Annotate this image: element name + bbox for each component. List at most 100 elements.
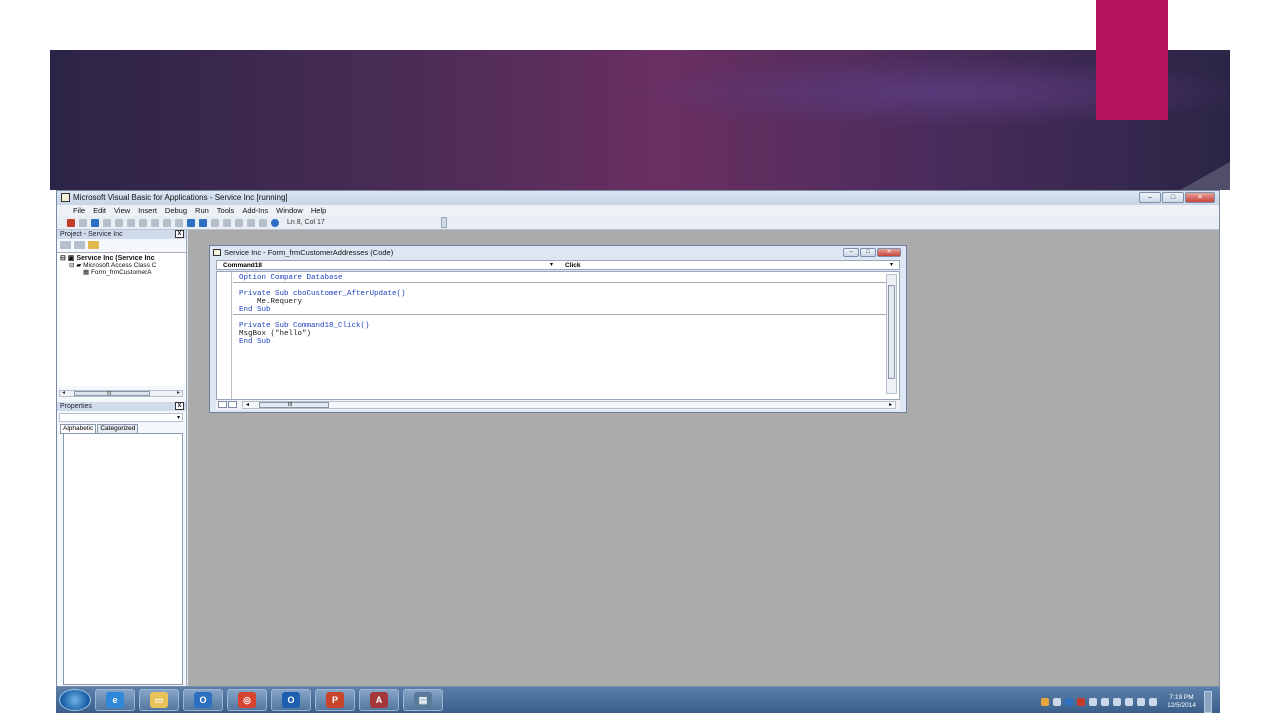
taskbar-outlook-calendar[interactable]: O <box>183 689 223 711</box>
save-icon[interactable] <box>91 218 99 227</box>
chrome-icon: ◎ <box>238 692 256 708</box>
taskbar-outlook[interactable]: O <box>271 689 311 711</box>
reset-icon[interactable] <box>199 218 207 227</box>
tray-pdf-icon[interactable] <box>1077 698 1086 706</box>
procedure-combo[interactable]: Click <box>565 261 581 270</box>
properties-object-select[interactable]: ▾ <box>59 413 183 422</box>
view-code-icon[interactable] <box>60 241 71 249</box>
volume-icon[interactable] <box>1149 698 1158 706</box>
code-maximize-button[interactable]: □ <box>860 248 876 257</box>
taskbar-powerpoint[interactable]: P <box>315 689 355 711</box>
hscroll-right-arrow-icon[interactable]: ▸ <box>889 401 892 410</box>
hscroll-left-arrow-icon[interactable]: ◂ <box>246 401 249 410</box>
design-mode-icon[interactable] <box>211 218 219 227</box>
object-combo-chevron-icon[interactable]: ▾ <box>550 261 553 270</box>
code-line-7-text: End Sub <box>239 338 271 346</box>
view-access-icon[interactable] <box>67 218 75 227</box>
break-icon[interactable] <box>187 218 195 227</box>
tree-folder-node[interactable]: ⊟ ▰ Microsoft Access Class C <box>57 262 186 269</box>
full-module-view-icon[interactable] <box>228 401 237 408</box>
show-desktop-button[interactable] <box>1204 691 1212 713</box>
tree-form-label: Form_frmCustomerA <box>90 269 152 276</box>
taskbar-chrome[interactable]: ◎ <box>227 689 267 711</box>
procedure-combo-chevron-icon[interactable]: ▾ <box>890 261 893 270</box>
undo-icon[interactable] <box>151 218 159 227</box>
menu-add-ins[interactable]: Add-Ins <box>242 205 268 216</box>
view-object-icon[interactable] <box>74 241 85 249</box>
properties-window-icon[interactable] <box>235 218 243 227</box>
object-browser-icon[interactable] <box>247 218 255 227</box>
start-button[interactable] <box>59 689 91 711</box>
maximize-button[interactable]: □ <box>1162 192 1184 203</box>
insert-userform-icon[interactable] <box>79 218 87 227</box>
code-window-titlebar[interactable]: Service Inc - Form_frmCustomerAddresses … <box>210 246 906 260</box>
code-editor[interactable]: Option Compare Database Private Sub cboCu… <box>216 271 900 400</box>
project-panel-title: Project - Service Inc <box>60 231 123 238</box>
find-icon[interactable] <box>139 218 147 227</box>
properties-panel-title: Properties <box>60 403 92 410</box>
taskbar-vba-editor[interactable]: ▤ <box>403 689 443 711</box>
code-text[interactable]: Option Compare Database Private Sub cboCu… <box>239 274 406 346</box>
taskbar-access[interactable]: A <box>359 689 399 711</box>
close-button[interactable]: ✕ <box>1185 192 1215 203</box>
help-icon[interactable] <box>271 218 279 227</box>
object-combo[interactable]: Command18 <box>223 261 262 270</box>
tray-app-icon[interactable] <box>1041 698 1050 706</box>
toolbox-icon[interactable] <box>259 218 267 227</box>
code-minimize-button[interactable]: – <box>843 248 859 257</box>
toggle-folders-icon[interactable] <box>88 241 99 249</box>
properties-grid <box>63 433 183 685</box>
cut-icon[interactable] <box>103 218 111 227</box>
procedure-separator <box>233 282 887 283</box>
tray-security-icon[interactable] <box>1053 698 1062 706</box>
code-vertical-scrollbar[interactable] <box>886 274 897 394</box>
project-tree-scrollbar[interactable]: ◂ III ▸ <box>59 390 183 397</box>
properties-panel-close-button[interactable]: x <box>175 402 184 410</box>
project-panel-close-button[interactable]: x <box>175 230 184 238</box>
menu-tools[interactable]: Tools <box>217 205 235 216</box>
menu-debug[interactable]: Debug <box>165 205 187 216</box>
project-node-icon: ⊟ ▣ <box>60 255 77 262</box>
paste-icon[interactable] <box>127 218 135 227</box>
menu-edit[interactable]: Edit <box>93 205 106 216</box>
tray-battery-icon[interactable] <box>1137 698 1146 706</box>
tray-flag-icon[interactable] <box>1113 698 1122 706</box>
scrollbar-thumb[interactable]: III <box>74 391 150 397</box>
run-icon[interactable] <box>175 218 183 227</box>
minimize-button[interactable]: – <box>1139 192 1161 203</box>
taskbar-internet-explorer[interactable]: e <box>95 689 135 711</box>
menu-window[interactable]: Window <box>276 205 303 216</box>
access-icon: A <box>370 692 388 708</box>
redo-icon[interactable] <box>163 218 171 227</box>
vba-editor-window: Microsoft Visual Basic for Applications … <box>56 190 1220 687</box>
window-title: Microsoft Visual Basic for Applications … <box>73 193 288 202</box>
tray-network-icon[interactable] <box>1101 698 1110 706</box>
tray-display-icon[interactable] <box>1125 698 1134 706</box>
menu-run[interactable]: Run <box>195 205 209 216</box>
tree-form-node[interactable]: ▦ Form_frmCustomerA <box>57 269 186 276</box>
tray-outlook-icon[interactable] <box>1065 698 1074 706</box>
window-controls: – □ ✕ <box>1139 192 1215 203</box>
menu-view[interactable]: View <box>114 205 130 216</box>
code-hscroll-thumb[interactable]: III <box>259 402 329 408</box>
project-explorer-icon[interactable] <box>223 218 231 227</box>
menu-insert[interactable]: Insert <box>138 205 157 216</box>
copy-icon[interactable] <box>115 218 123 227</box>
toolbar-options-button[interactable] <box>440 217 447 228</box>
scroll-left-arrow-icon[interactable]: ◂ <box>62 390 65 396</box>
procedure-view-icon[interactable] <box>218 401 227 408</box>
code-vscroll-thumb[interactable] <box>888 285 895 379</box>
scroll-right-arrow-icon[interactable]: ▸ <box>177 390 180 396</box>
taskbar-clock[interactable]: 7:19 PM 12/5/2014 <box>1167 694 1196 710</box>
code-margin-indicator-bar[interactable] <box>217 272 232 399</box>
window-titlebar[interactable]: Microsoft Visual Basic for Applications … <box>57 191 1219 205</box>
code-close-button[interactable]: ✕ <box>877 248 901 257</box>
slide-banner <box>50 50 1230 190</box>
menu-file[interactable]: File <box>73 205 85 216</box>
taskbar-file-explorer[interactable]: ▭ <box>139 689 179 711</box>
menu-help[interactable]: Help <box>311 205 326 216</box>
folder-icon: ▭ <box>150 692 168 708</box>
code-horizontal-scrollbar[interactable]: ◂ III ▸ <box>242 401 896 409</box>
tray-sync-icon[interactable] <box>1089 698 1098 706</box>
tree-root-node[interactable]: ⊟ ▣ Service Inc (Service Inc <box>57 255 186 262</box>
